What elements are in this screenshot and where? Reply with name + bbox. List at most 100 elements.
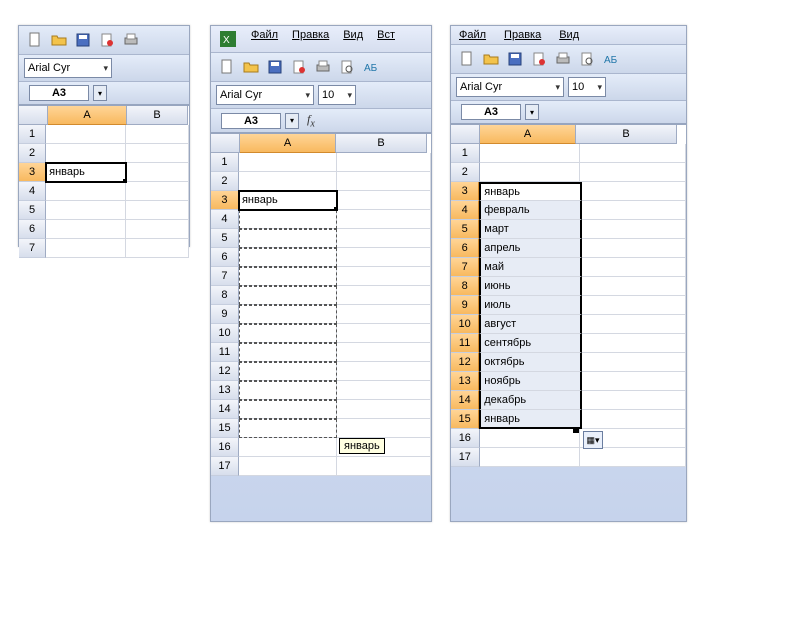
- cell-a12[interactable]: октябрь: [479, 353, 581, 372]
- cell-a12[interactable]: [239, 362, 337, 381]
- col-header-b[interactable]: B: [576, 125, 677, 144]
- cell-a7[interactable]: май: [479, 258, 581, 277]
- name-dropdown-icon[interactable]: ▾: [93, 85, 107, 101]
- cell-a14[interactable]: [239, 400, 337, 419]
- cell-a6[interactable]: [239, 248, 337, 267]
- row-header[interactable]: 11: [211, 343, 239, 362]
- row-header[interactable]: 9: [211, 305, 239, 324]
- row-header[interactable]: 3: [451, 182, 479, 201]
- menu-edit[interactable]: Правка: [292, 29, 329, 49]
- col-header-a[interactable]: A: [480, 125, 576, 144]
- cell-a5[interactable]: [239, 229, 337, 248]
- save-icon[interactable]: [505, 49, 525, 69]
- col-header-b[interactable]: B: [127, 106, 188, 125]
- name-dropdown-icon[interactable]: ▾: [525, 104, 539, 120]
- row-header[interactable]: 1: [451, 144, 480, 163]
- cell-b5[interactable]: [126, 201, 189, 220]
- cell-a2[interactable]: [480, 163, 581, 182]
- cell-b13[interactable]: [582, 372, 686, 391]
- open-icon[interactable]: [241, 57, 261, 77]
- cell-a2[interactable]: [239, 172, 337, 191]
- autofill-options-icon[interactable]: ▦▾: [583, 431, 603, 449]
- cell-a11[interactable]: [239, 343, 337, 362]
- cell-a16[interactable]: [239, 438, 337, 457]
- menu-insert[interactable]: Вст: [377, 29, 395, 49]
- menu-view[interactable]: Вид: [343, 29, 363, 49]
- cell-b14[interactable]: [582, 391, 686, 410]
- cell-b7[interactable]: [126, 239, 189, 258]
- grid[interactable]: A B 123январь4февраль5март6апрель7май8ию…: [451, 124, 686, 467]
- select-all-corner[interactable]: [211, 134, 240, 153]
- cell-b9[interactable]: [337, 305, 431, 324]
- row-header[interactable]: 6: [211, 248, 239, 267]
- size-combo[interactable]: 10: [568, 77, 606, 97]
- row-header[interactable]: 15: [451, 410, 479, 429]
- cell-b4[interactable]: [126, 182, 189, 201]
- grid[interactable]: A B 123январь4567891011121314151617 янва…: [211, 133, 431, 476]
- row-header[interactable]: 4: [19, 182, 46, 201]
- menu-view[interactable]: Вид: [559, 29, 579, 41]
- cell-a13[interactable]: ноябрь: [479, 372, 581, 391]
- font-combo[interactable]: Arial Cyr: [456, 77, 564, 97]
- cell-b5[interactable]: [337, 229, 431, 248]
- menu-file[interactable]: Файл: [251, 29, 278, 49]
- row-header[interactable]: 15: [211, 419, 239, 438]
- row-header[interactable]: 17: [211, 457, 239, 476]
- cell-b1[interactable]: [337, 153, 431, 172]
- row-header[interactable]: 14: [211, 400, 239, 419]
- row-header[interactable]: 7: [19, 239, 46, 258]
- print-icon[interactable]: [121, 30, 141, 50]
- spell-icon[interactable]: AБ: [361, 57, 381, 77]
- row-header[interactable]: 14: [451, 391, 479, 410]
- print-icon[interactable]: [553, 49, 573, 69]
- cell-a15[interactable]: [239, 419, 337, 438]
- name-dropdown-icon[interactable]: ▾: [285, 113, 299, 129]
- cell-b10[interactable]: [337, 324, 431, 343]
- cell-a4[interactable]: [239, 210, 337, 229]
- col-header-a[interactable]: A: [48, 106, 127, 125]
- menu-edit[interactable]: Правка: [504, 29, 541, 41]
- row-header[interactable]: 8: [451, 277, 479, 296]
- cell-b2[interactable]: [126, 144, 189, 163]
- cell-b9[interactable]: [582, 296, 686, 315]
- new-icon[interactable]: [217, 57, 237, 77]
- cell-b6[interactable]: [582, 239, 686, 258]
- name-box[interactable]: A3: [221, 113, 281, 129]
- cell-a9[interactable]: июль: [479, 296, 581, 315]
- row-header[interactable]: 2: [211, 172, 239, 191]
- row-header[interactable]: 6: [19, 220, 46, 239]
- grid[interactable]: A B 123январь4567: [19, 105, 189, 258]
- row-header[interactable]: 11: [451, 334, 479, 353]
- row-header[interactable]: 2: [19, 144, 46, 163]
- row-header[interactable]: 13: [451, 372, 479, 391]
- cell-b10[interactable]: [582, 315, 686, 334]
- cell-a13[interactable]: [239, 381, 337, 400]
- row-header[interactable]: 8: [211, 286, 239, 305]
- cell-a5[interactable]: март: [479, 220, 581, 239]
- select-all-corner[interactable]: [19, 106, 48, 125]
- cell-a4[interactable]: февраль: [479, 201, 581, 220]
- cell-a4[interactable]: [46, 182, 126, 201]
- cell-a17[interactable]: [480, 448, 581, 467]
- name-box[interactable]: A3: [461, 104, 521, 120]
- row-header[interactable]: 4: [211, 210, 239, 229]
- cell-b4[interactable]: [337, 210, 431, 229]
- cell-a10[interactable]: [239, 324, 337, 343]
- cell-b12[interactable]: [337, 362, 431, 381]
- col-header-b[interactable]: B: [336, 134, 427, 153]
- row-header[interactable]: 5: [451, 220, 479, 239]
- cell-b3[interactable]: [337, 191, 431, 210]
- row-header[interactable]: 4: [451, 201, 479, 220]
- open-icon[interactable]: [481, 49, 501, 69]
- cell-b14[interactable]: [337, 400, 431, 419]
- cell-b11[interactable]: [337, 343, 431, 362]
- cell-a6[interactable]: апрель: [479, 239, 581, 258]
- cell-a1[interactable]: [46, 125, 126, 144]
- cell-b15[interactable]: [582, 410, 686, 429]
- cell-b7[interactable]: [582, 258, 686, 277]
- row-header[interactable]: 3: [19, 163, 46, 182]
- cell-b3[interactable]: [582, 182, 686, 201]
- row-header[interactable]: 1: [211, 153, 239, 172]
- cell-a17[interactable]: [239, 457, 337, 476]
- cell-a9[interactable]: [239, 305, 337, 324]
